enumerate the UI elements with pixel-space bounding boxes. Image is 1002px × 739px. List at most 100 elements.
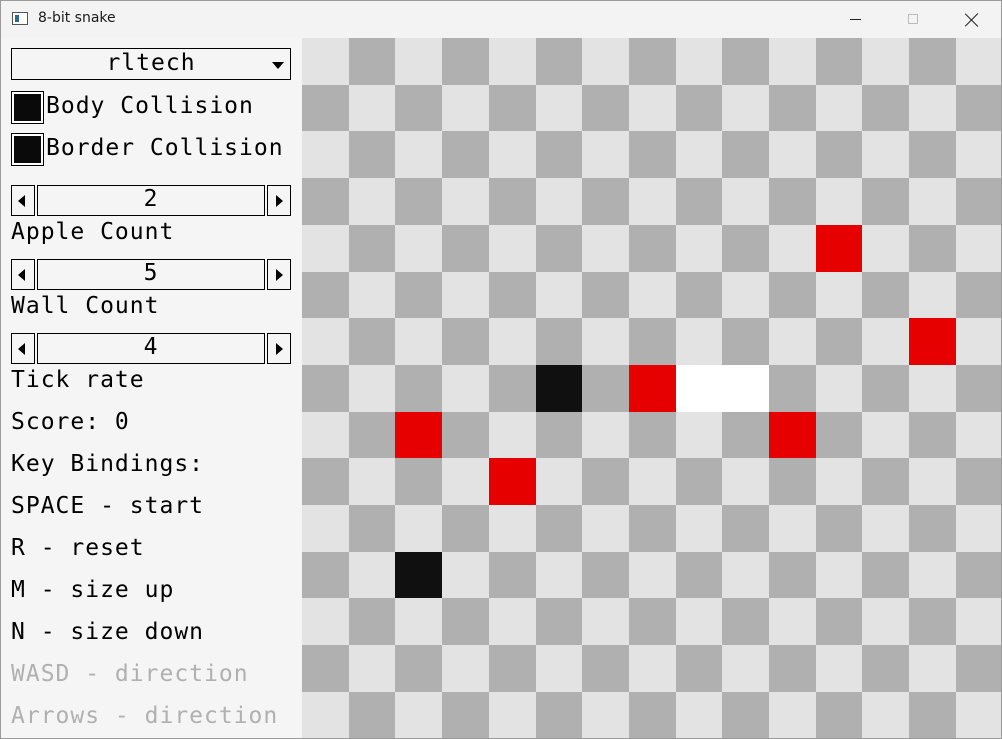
board-cell: [815, 364, 863, 413]
board-cell: [395, 271, 443, 319]
board-cell: [582, 131, 630, 179]
board-cell: [582, 271, 630, 319]
tick-rate-value: 4: [143, 334, 159, 360]
apple-count-decrement-button[interactable]: [11, 185, 35, 216]
board-cell: [535, 505, 583, 553]
board-cell: [955, 691, 1001, 738]
board-cell: [862, 598, 910, 646]
board-cell: [815, 131, 863, 179]
board-cell: [395, 38, 443, 86]
board-cell: [488, 131, 537, 179]
board-cell: [628, 271, 677, 319]
board-cell: [302, 318, 350, 366]
app-window: 8-bit snake rltech Body Collision Border…: [0, 0, 1002, 739]
board-cell: [348, 458, 396, 506]
key-bindings-title: Key Bindings:: [11, 451, 205, 477]
board-cell: [722, 598, 770, 646]
key-binding-wasd: WASD - direction: [11, 661, 249, 687]
board-cell: [909, 598, 957, 646]
wall-count-value: 5: [143, 260, 159, 286]
board-cell: [535, 458, 583, 506]
tick-rate-decrement-button[interactable]: [11, 333, 35, 364]
board-cell: [722, 411, 770, 459]
board-cell: [675, 645, 723, 693]
board-cell: [442, 38, 490, 86]
board-cell: [909, 178, 957, 226]
board-cell: [442, 411, 490, 459]
arrow-right-icon: [276, 343, 283, 355]
apple: [395, 411, 443, 459]
board-cell: [815, 318, 863, 366]
close-button[interactable]: [942, 1, 1000, 38]
board-cell: [769, 364, 817, 413]
snake-segment: [675, 364, 723, 413]
board-cell: [628, 458, 677, 506]
board-cell: [302, 364, 350, 413]
board-cell: [628, 505, 677, 553]
board-cell: [535, 691, 583, 738]
board-cell: [395, 318, 443, 366]
title-bar[interactable]: 8-bit snake: [1, 1, 1001, 38]
board-cell: [302, 178, 350, 226]
border-collision-checkbox[interactable]: [11, 133, 44, 166]
board-cell: [675, 84, 723, 132]
board-cell: [815, 178, 863, 226]
board-cell: [675, 178, 723, 226]
board-cell: [488, 178, 537, 226]
minimize-icon: [850, 19, 861, 20]
board-cell: [395, 645, 443, 693]
board-cell: [302, 411, 350, 459]
apple: [909, 318, 957, 366]
minimize-button[interactable]: [826, 1, 884, 38]
board-cell: [955, 131, 1001, 179]
border-collision-label: Border Collision: [46, 135, 284, 161]
maximize-button[interactable]: [884, 1, 942, 38]
board-cell: [442, 598, 490, 646]
board-cell: [535, 318, 583, 366]
tick-rate-increment-button[interactable]: [267, 333, 291, 364]
board-cell: [395, 598, 443, 646]
maximize-icon: [908, 14, 918, 24]
board-cell: [862, 318, 910, 366]
board-cell: [909, 131, 957, 179]
board-cell: [722, 458, 770, 506]
board-cell: [302, 38, 350, 86]
board-cell: [488, 84, 537, 132]
wall-count-field[interactable]: 5: [37, 259, 265, 290]
apple-count-field[interactable]: 2: [37, 185, 265, 216]
board-cell: [909, 38, 957, 86]
board-cell: [535, 178, 583, 226]
theme-dropdown[interactable]: rltech: [11, 48, 291, 80]
board-cell: [815, 38, 863, 86]
board-cell: [862, 131, 910, 179]
board-cell: [955, 84, 1001, 132]
board-cell: [442, 131, 490, 179]
board-cell: [955, 224, 1001, 273]
board-cell: [675, 38, 723, 86]
wall-count-increment-button[interactable]: [267, 259, 291, 290]
board-cell: [769, 131, 817, 179]
board-cell: [722, 224, 770, 273]
apple-count-increment-button[interactable]: [267, 185, 291, 216]
board-cell: [582, 645, 630, 693]
apple: [815, 224, 863, 273]
board-cell: [488, 38, 537, 86]
board-cell: [535, 131, 583, 179]
board-cell: [675, 551, 723, 599]
board-cell: [348, 178, 396, 226]
game-board[interactable]: [302, 38, 1001, 738]
board-cell: [628, 318, 677, 366]
board-cell: [769, 271, 817, 319]
board-cell: [675, 691, 723, 738]
board-cell: [395, 224, 443, 273]
key-binding-start: SPACE - start: [11, 493, 205, 519]
wall-count-decrement-button[interactable]: [11, 259, 35, 290]
board-cell: [815, 645, 863, 693]
board-cell: [582, 598, 630, 646]
tick-rate-field[interactable]: 4: [37, 333, 265, 364]
body-collision-checkbox[interactable]: [11, 91, 44, 124]
board-cell: [302, 271, 350, 319]
board-cell: [909, 271, 957, 319]
board-cell: [395, 505, 443, 553]
apple: [488, 458, 537, 506]
